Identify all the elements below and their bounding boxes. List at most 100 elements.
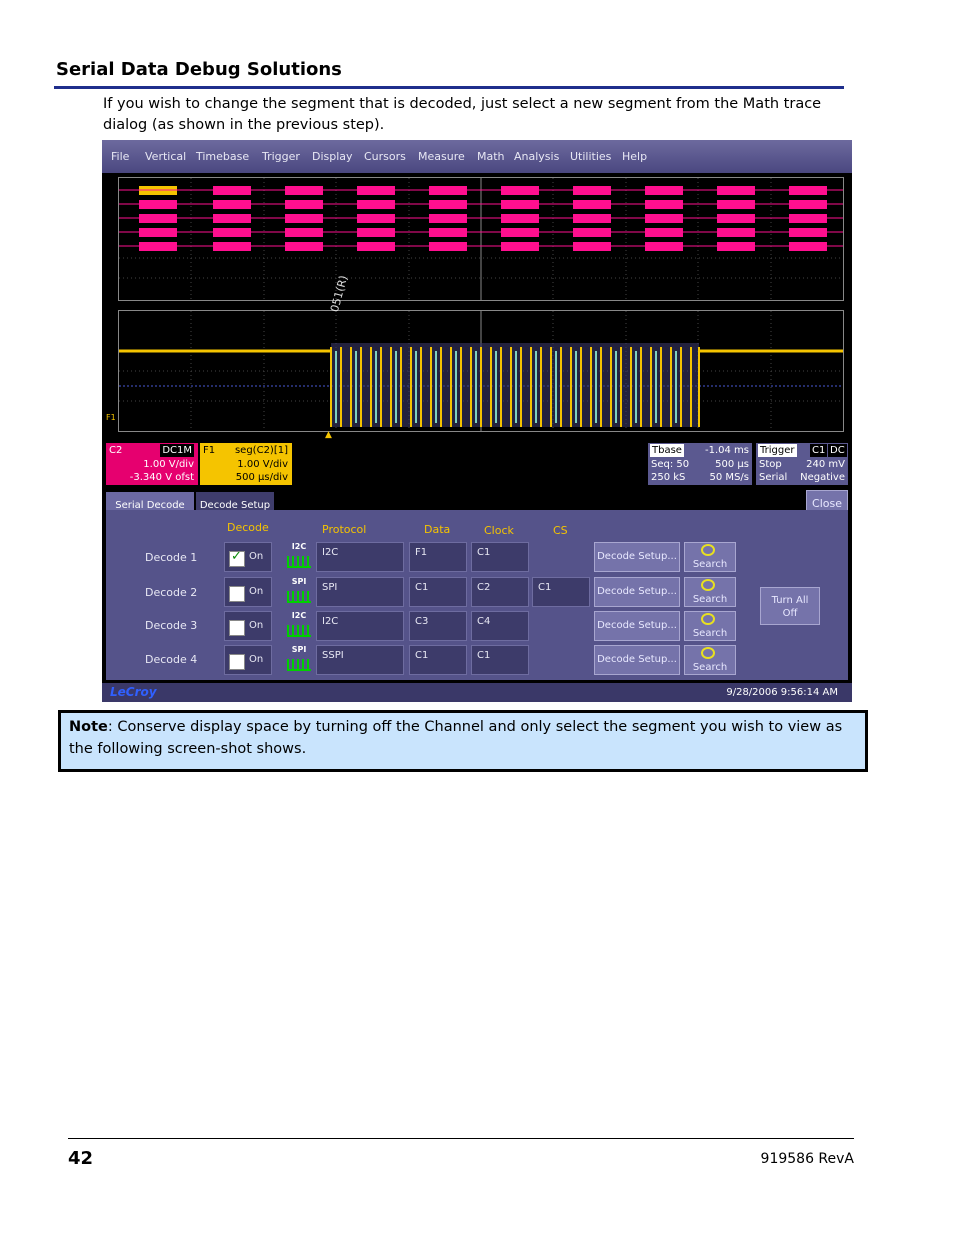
menu-file[interactable]: File xyxy=(111,150,129,163)
decode-2-search-button[interactable]: Search xyxy=(684,577,736,607)
decode-4-setup-button[interactable]: Decode Setup... xyxy=(594,645,680,675)
turn-all-off-button[interactable]: Turn All Off xyxy=(760,587,820,625)
decode-3-label: Decode 3 xyxy=(145,619,198,632)
search-icon xyxy=(701,647,715,659)
timebase-delay: -1.04 ms xyxy=(704,445,749,456)
menu-help[interactable]: Help xyxy=(622,150,647,163)
decode-1-toggle[interactable]: On xyxy=(224,542,272,572)
trigger-position-marker: ▲ xyxy=(325,430,332,440)
decode-4-protocol[interactable]: SSPI xyxy=(316,645,404,675)
intro-paragraph: If you wish to change the segment that i… xyxy=(103,96,822,133)
c2-offset: -3.340 V ofst xyxy=(129,472,194,483)
decode-trace xyxy=(119,311,843,431)
trigger-descriptor[interactable]: Trigger C1 DC Stop 240 mV Serial Negativ… xyxy=(756,443,848,485)
decode-2-data[interactable]: C1 xyxy=(409,577,467,607)
decode-4-search-label: Search xyxy=(692,662,728,673)
timebase-seq: Seq: 50 xyxy=(651,459,690,470)
segment-traces xyxy=(119,178,843,300)
f1-descriptor[interactable]: F1 seg(C2)[1] 1.00 V/div 500 µs/div xyxy=(200,443,292,485)
menu-cursors[interactable]: Cursors xyxy=(364,150,406,163)
trigger-slope: Negative xyxy=(800,472,845,483)
decode-3-data[interactable]: C3 xyxy=(409,611,467,641)
trigger-level: 240 mV xyxy=(806,459,845,470)
timestamp: 9/28/2006 9:56:14 AM xyxy=(726,687,838,698)
segment-grid xyxy=(118,177,844,301)
lecroy-logo: LeCroy xyxy=(110,685,157,699)
spi-protocol-icon: SPI xyxy=(284,645,314,675)
col-protocol: Protocol xyxy=(322,523,367,536)
document-revision: 919586 RevA xyxy=(760,1151,854,1167)
trigger-coupling: DC xyxy=(828,444,847,457)
search-icon xyxy=(701,579,715,591)
i2c-protocol-icon: I2C xyxy=(284,611,314,641)
decode-2-label: Decode 2 xyxy=(145,586,198,599)
decode-2-setup-button[interactable]: Decode Setup... xyxy=(594,577,680,607)
decode-1-setup-button[interactable]: Decode Setup... xyxy=(594,542,680,572)
decode-2-search-label: Search xyxy=(692,594,728,605)
col-clock: Clock xyxy=(484,524,514,537)
menu-timebase[interactable]: Timebase xyxy=(196,150,249,163)
oscilloscope-screenshot: File Vertical Timebase Trigger Display C… xyxy=(102,140,852,702)
timebase-rate: 50 MS/s xyxy=(709,472,749,483)
decode-4-toggle[interactable]: On xyxy=(224,645,272,675)
menu-display[interactable]: Display xyxy=(312,150,353,163)
decode-2-protocol[interactable]: SPI xyxy=(316,577,404,607)
note-text: : Conserve display space by turning off … xyxy=(69,719,843,757)
trigger-mode: Stop xyxy=(759,459,782,470)
search-icon xyxy=(701,613,715,625)
heading-rule xyxy=(54,86,844,89)
decode-3-search-label: Search xyxy=(692,628,728,639)
timebase-descriptor[interactable]: Tbase -1.04 ms Seq: 50 500 µs 250 kS 50 … xyxy=(648,443,752,485)
decode-4-search-button[interactable]: Search xyxy=(684,645,736,675)
decode-2-checkbox[interactable] xyxy=(229,586,245,602)
decode-4-on-label: On xyxy=(249,654,264,665)
decode-3-icon-text: I2C xyxy=(291,611,307,620)
menu-measure[interactable]: Measure xyxy=(418,150,465,163)
page-number: 42 xyxy=(68,1148,94,1169)
decode-3-search-button[interactable]: Search xyxy=(684,611,736,641)
decode-3-setup-button[interactable]: Decode Setup... xyxy=(594,611,680,641)
decode-1-checkbox[interactable] xyxy=(229,549,245,567)
trigger-type: Serial xyxy=(759,472,788,483)
note-label: Note xyxy=(69,719,108,735)
menu-trigger[interactable]: Trigger xyxy=(262,150,300,163)
menu-vertical[interactable]: Vertical xyxy=(145,150,186,163)
search-icon xyxy=(701,544,715,556)
c2-descriptor[interactable]: C2 DC1M 1.00 V/div -3.340 V ofst xyxy=(106,443,198,485)
c2-name: C2 xyxy=(109,445,123,456)
c2-coupling: DC1M xyxy=(160,444,194,457)
menu-math[interactable]: Math xyxy=(477,150,505,163)
decode-4-checkbox[interactable] xyxy=(229,654,245,670)
decode-2-icon-text: SPI xyxy=(291,577,307,586)
decode-1-data[interactable]: F1 xyxy=(409,542,467,572)
decode-2-cs[interactable]: C1 xyxy=(532,577,590,607)
f1-name: F1 xyxy=(203,445,216,456)
decode-4-data[interactable]: C1 xyxy=(409,645,467,675)
f1-trace-marker: F1 xyxy=(106,413,116,422)
decode-3-protocol[interactable]: I2C xyxy=(316,611,404,641)
decode-grid xyxy=(118,310,844,432)
timebase-label: Tbase xyxy=(650,444,684,457)
decode-2-clock[interactable]: C2 xyxy=(471,577,529,607)
decode-1-protocol[interactable]: I2C xyxy=(316,542,404,572)
decode-3-on-label: On xyxy=(249,620,264,631)
col-cs: CS xyxy=(553,524,568,537)
decode-3-checkbox[interactable] xyxy=(229,620,245,636)
f1-vdiv: 1.00 V/div xyxy=(237,459,288,470)
decode-1-clock[interactable]: C1 xyxy=(471,542,529,572)
menu-analysis[interactable]: Analysis xyxy=(514,150,559,163)
decode-1-search-button[interactable]: Search xyxy=(684,542,736,572)
decode-4-clock[interactable]: C1 xyxy=(471,645,529,675)
section-heading: Serial Data Debug Solutions xyxy=(56,59,342,80)
decode-3-toggle[interactable]: On xyxy=(224,611,272,641)
status-bar: LeCroy 9/28/2006 9:56:14 AM xyxy=(102,683,852,702)
c2-vdiv: 1.00 V/div xyxy=(143,459,194,470)
decode-3-clock[interactable]: C4 xyxy=(471,611,529,641)
decode-2-toggle[interactable]: On xyxy=(224,577,272,607)
menu-utilities[interactable]: Utilities xyxy=(570,150,611,163)
decode-1-icon-text: I2C xyxy=(291,542,307,551)
timebase-tdiv: 500 µs xyxy=(715,459,749,470)
timebase-samples: 250 kS xyxy=(651,472,686,483)
decode-1-label: Decode 1 xyxy=(145,551,198,564)
i2c-protocol-icon: I2C xyxy=(284,542,314,572)
